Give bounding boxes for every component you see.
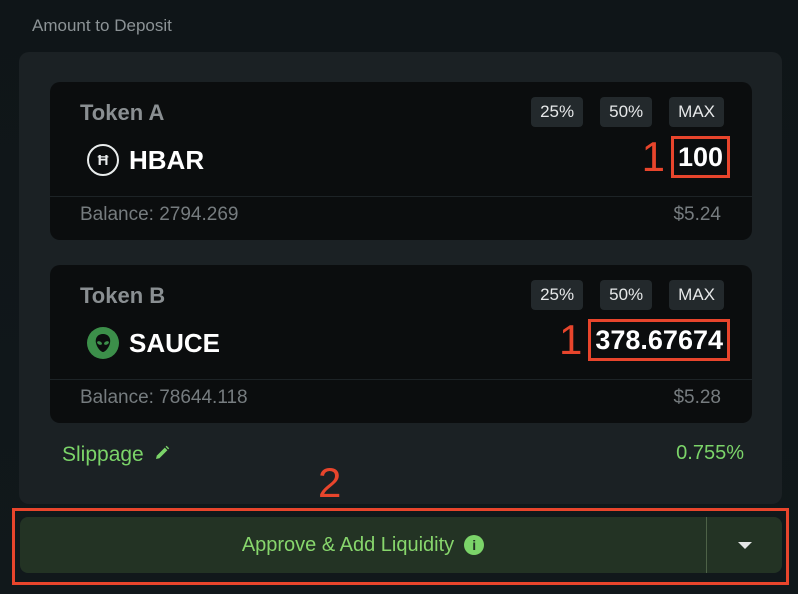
token-a-50-button[interactable]: 50% (600, 97, 653, 127)
token-a-balance: Balance: 2794.269 (80, 204, 239, 225)
token-b-label: Token B (80, 283, 166, 308)
divider (50, 196, 752, 197)
approve-add-liquidity-label-wrap: Approve & Add Liquidity i (20, 517, 706, 573)
token-b-25-button[interactable]: 25% (531, 280, 584, 310)
hbar-icon: Ħ (87, 144, 119, 176)
slippage-label: Slippage (62, 443, 144, 466)
token-a-usd-value: $5.24 (673, 204, 721, 225)
slippage-edit[interactable]: Slippage (62, 443, 170, 467)
token-b-50-button[interactable]: 50% (600, 280, 653, 310)
step-1-marker: 1 (641, 133, 665, 180)
token-a-25-button[interactable]: 25% (531, 97, 584, 127)
caret-down-icon (737, 541, 752, 549)
slippage-value: 0.755% (676, 442, 744, 464)
token-a-quick-buttons: 25% 50% MAX (531, 97, 724, 127)
approve-add-liquidity-label: Approve & Add Liquidity (241, 533, 455, 556)
token-b-balance: Balance: 78644.118 (80, 387, 248, 408)
token-a-selector[interactable]: Ħ HBAR (87, 144, 204, 176)
token-a-label: Token A (80, 100, 165, 125)
token-b-max-button[interactable]: MAX (669, 280, 724, 310)
token-a-amount-wrap: 1 100 (642, 136, 730, 178)
pencil-icon (154, 443, 170, 467)
token-b-card: Token B 25% 50% MAX SAUCE 1 378.67674 Ba… (50, 265, 752, 423)
step-2-marker: 2 (318, 459, 342, 506)
token-b-symbol: SAUCE (129, 327, 221, 358)
token-a-card: Token A 25% 50% MAX Ħ HBAR 1 100 Balance… (50, 82, 752, 240)
action-dropdown-button[interactable] (707, 517, 782, 573)
token-b-usd-value: $5.28 (673, 387, 721, 408)
token-b-amount-input[interactable]: 378.67674 (588, 319, 730, 361)
token-b-selector[interactable]: SAUCE (87, 327, 220, 359)
step-1-marker: 1 (559, 316, 583, 363)
token-b-quick-buttons: 25% 50% MAX (531, 280, 724, 310)
alien-icon (87, 327, 119, 359)
token-a-symbol: HBAR (129, 144, 205, 175)
token-a-max-button[interactable]: MAX (669, 97, 724, 127)
approve-add-liquidity-button[interactable]: Approve & Add Liquidity i (20, 517, 782, 573)
section-title: Amount to Deposit (32, 16, 172, 35)
info-icon[interactable]: i (464, 535, 485, 555)
divider (50, 379, 752, 380)
token-a-amount-input[interactable]: 100 (670, 136, 730, 178)
token-b-amount-wrap: 1 378.67674 (559, 319, 730, 361)
